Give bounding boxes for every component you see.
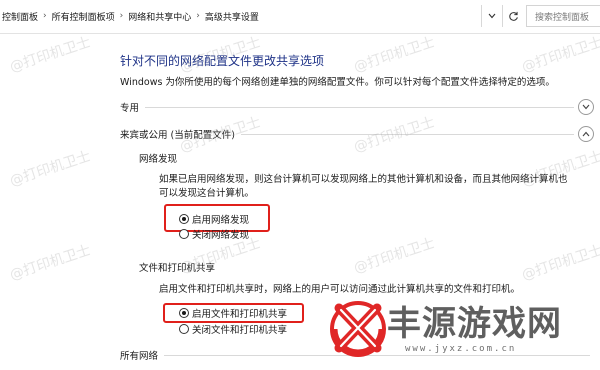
breadcrumb-separator-icon[interactable]: › <box>118 11 126 21</box>
address-bar: 控制面板 › 所有控制面板项 › 网络和共享中心 › 高级共享设置 搜索控制面板 <box>0 0 600 34</box>
radio-label: 关闭文件和打印机共享 <box>192 325 288 336</box>
radio-label: 关闭网络发现 <box>192 230 250 241</box>
site-logo: 丰源游戏网 www.jyxz.com.cn <box>327 296 600 370</box>
breadcrumb-advanced-sharing[interactable]: 高级共享设置 <box>202 10 262 23</box>
file-printer-sharing-label: 文件和打印机共享 <box>139 263 216 274</box>
logo-mark-icon <box>330 301 386 357</box>
refresh-icon <box>508 11 518 21</box>
expand-button[interactable] <box>578 99 594 115</box>
address-dropdown-button[interactable] <box>483 5 501 27</box>
radio-button[interactable] <box>179 308 189 318</box>
radio-button[interactable] <box>179 214 189 224</box>
page-title: 针对不同的网络配置文件更改共享选项 <box>120 54 325 68</box>
breadcrumb: 控制面板 › 所有控制面板项 › 网络和共享中心 › 高级共享设置 <box>0 5 500 27</box>
section-label: 来宾或公用 (当前配置文件) <box>120 130 235 141</box>
description-line: 可以发现这台计算机。 <box>159 187 255 199</box>
section-label: 专用 <box>120 103 140 114</box>
radio-disable-file-sharing[interactable]: 关闭文件和打印机共享 <box>179 322 287 336</box>
radio-enable-network-discovery[interactable]: 启用网络发现 <box>179 212 249 226</box>
collapse-button[interactable] <box>578 126 594 142</box>
breadcrumb-control-panel[interactable]: 控制面板 <box>0 10 41 23</box>
radio-label: 启用网络发现 <box>192 215 250 226</box>
section-private[interactable]: 专用 <box>120 99 594 115</box>
network-discovery-description: 如果已启用网络发现，则这台计算机可以发现网络上的其他计算机和设备，而且其他网络计… <box>159 173 568 200</box>
section-guest-public[interactable]: 来宾或公用 (当前配置文件) <box>120 126 594 142</box>
chevron-up-icon <box>582 131 590 137</box>
logo-url: www.jyxz.com.cn <box>405 344 517 354</box>
section-label: 所有网络 <box>120 351 159 362</box>
radio-button[interactable] <box>179 229 189 239</box>
section-divider <box>145 106 574 108</box>
breadcrumb-network-center[interactable]: 网络和共享中心 <box>125 10 194 23</box>
network-discovery-label: 网络发现 <box>139 154 178 165</box>
refresh-button[interactable] <box>503 5 523 27</box>
logo-text: 丰源游戏网 <box>387 304 562 344</box>
radio-label: 启用文件和打印机共享 <box>192 309 288 320</box>
radio-button[interactable] <box>179 324 189 334</box>
file-printer-sharing-description: 启用文件和打印机共享时，网络上的用户可以访问通过此计算机共享的文件和打印机。 <box>159 284 521 295</box>
chevron-down-icon <box>582 104 590 110</box>
radio-enable-file-sharing[interactable]: 启用文件和打印机共享 <box>179 306 287 320</box>
search-input[interactable]: 搜索控制面板 <box>526 5 600 27</box>
breadcrumb-separator-icon[interactable]: › <box>194 11 202 21</box>
section-divider <box>240 133 574 135</box>
description-line: 如果已启用网络发现，则这台计算机可以发现网络上的其他计算机和设备，而且其他网络计… <box>159 174 568 185</box>
chevron-down-icon <box>488 13 496 19</box>
radio-disable-network-discovery[interactable]: 关闭网络发现 <box>179 227 249 241</box>
breadcrumb-all-items[interactable]: 所有控制面板项 <box>49 10 118 23</box>
address-divider <box>481 5 482 27</box>
page-description: Windows 为你所使用的每个网络创建单独的网络配置文件。你可以针对每个配置文… <box>120 77 555 88</box>
breadcrumb-separator-icon[interactable]: › <box>41 11 49 21</box>
